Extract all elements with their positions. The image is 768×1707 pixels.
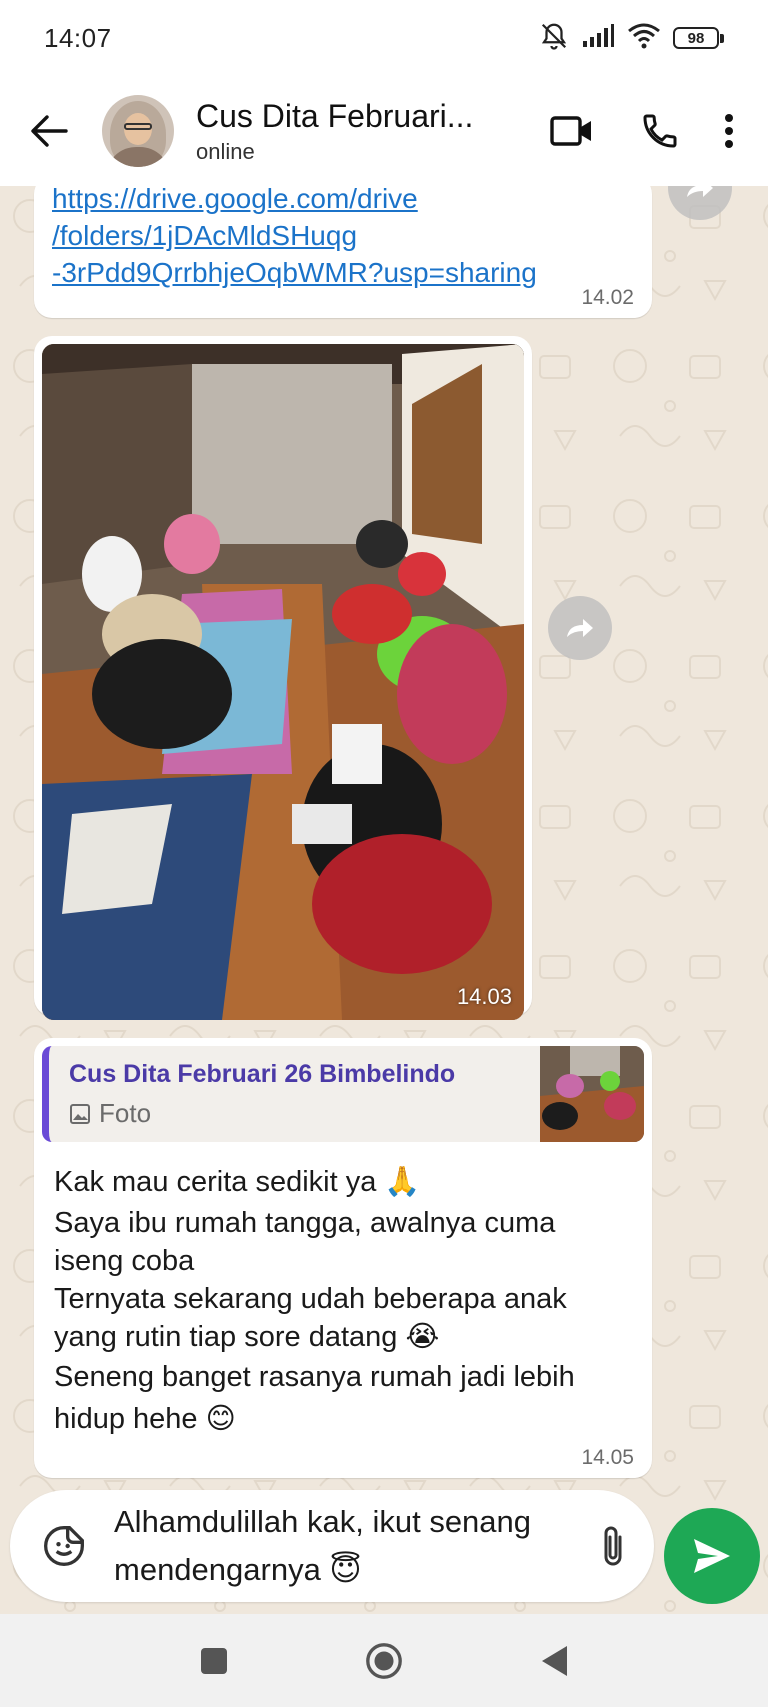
signal-icon: [581, 23, 615, 54]
paperclip-icon: [604, 1526, 622, 1566]
reply-message[interactable]: Cus Dita Februari 26 Bimbelindo Foto Kak…: [34, 1038, 652, 1478]
phone-icon: [643, 114, 677, 148]
message-time: 14.03: [456, 984, 512, 1009]
send-button[interactable]: [664, 1508, 760, 1604]
avatar[interactable]: [102, 95, 174, 167]
link-line: https://drive.google.com/drive: [52, 186, 418, 214]
message-line: Ternyata sekarang udah beberapa anak yan…: [54, 1283, 567, 1353]
send-icon: [694, 1539, 730, 1573]
system-nav-bar: [0, 1614, 768, 1707]
wifi-icon: [627, 22, 661, 55]
attach-button[interactable]: [588, 1516, 638, 1576]
mute-bell-icon: [539, 21, 569, 56]
contact-name: Cus Dita Februari...: [196, 97, 474, 134]
photo-message[interactable]: 14.03: [34, 336, 532, 1020]
status-icons: 98: [539, 21, 724, 56]
back-nav-button[interactable]: [534, 1641, 574, 1681]
link-message[interactable]: https://drive.google.com/drive /folders/…: [34, 186, 652, 318]
shared-photo[interactable]: 14.03: [42, 344, 524, 1020]
forward-icon: [687, 186, 713, 197]
sticker-icon: [44, 1526, 84, 1566]
recents-button[interactable]: [194, 1641, 234, 1681]
forward-button[interactable]: [548, 596, 612, 660]
quoted-type: Foto: [99, 1098, 152, 1128]
video-camera-icon: [550, 116, 591, 146]
quoted-sender: Cus Dita Februari 26 Bimbelindo: [69, 1060, 456, 1088]
contact-status: online: [196, 138, 255, 164]
voice-call-button[interactable]: [616, 101, 704, 161]
home-button[interactable]: [364, 1641, 404, 1681]
link-line: -3rPdd9QrrbhjeOqbWMR?usp=sharing: [52, 257, 537, 288]
contact-info[interactable]: Cus Dita Februari... online: [196, 98, 496, 165]
message-time: 14.05: [581, 1446, 634, 1469]
message-text: Kak mau cerita sedikit ya 🙏 Saya ibu rum…: [42, 1142, 644, 1440]
triangle-back-icon: [542, 1645, 567, 1676]
square-icon: [201, 1647, 227, 1674]
drive-link[interactable]: https://drive.google.com/drive /folders/…: [52, 186, 634, 291]
image-icon: [70, 1103, 90, 1124]
status-bar: 14:07 98: [0, 0, 768, 76]
status-time: 14:07: [44, 22, 112, 53]
message-input[interactable]: Alhamdulillah kak, ikut senang mendengar…: [114, 1498, 584, 1594]
battery-icon: 98: [673, 27, 724, 49]
quoted-thumbnail: [540, 1046, 644, 1142]
more-vertical-icon: [725, 114, 733, 148]
message-line: Kak mau cerita sedikit ya 🙏: [54, 1166, 421, 1198]
video-call-button[interactable]: [528, 101, 616, 161]
link-line: /folders/1jDAcMldSHuqg: [52, 220, 358, 251]
back-arrow-icon: [31, 115, 68, 147]
chat-area[interactable]: https://drive.google.com/drive /folders/…: [0, 186, 768, 1614]
photo-image: [42, 344, 524, 1020]
message-line: Seneng banget rasanya rumah jadi lebih h…: [54, 1361, 575, 1435]
sticker-button[interactable]: [34, 1516, 94, 1576]
battery-level: 98: [673, 27, 719, 49]
quoted-message[interactable]: Cus Dita Februari 26 Bimbelindo Foto: [42, 1046, 644, 1142]
back-button[interactable]: [24, 106, 74, 156]
message-line: Saya ibu rumah tangga, awalnya cuma isen…: [54, 1207, 556, 1277]
circle-icon: [366, 1642, 402, 1679]
forward-icon: [567, 619, 593, 637]
message-composer: Alhamdulillah kak, ikut senang mendengar…: [10, 1490, 654, 1602]
more-options-button[interactable]: [704, 101, 754, 161]
message-time: 14.02: [581, 286, 634, 309]
chat-header: Cus Dita Februari... online: [0, 76, 768, 186]
